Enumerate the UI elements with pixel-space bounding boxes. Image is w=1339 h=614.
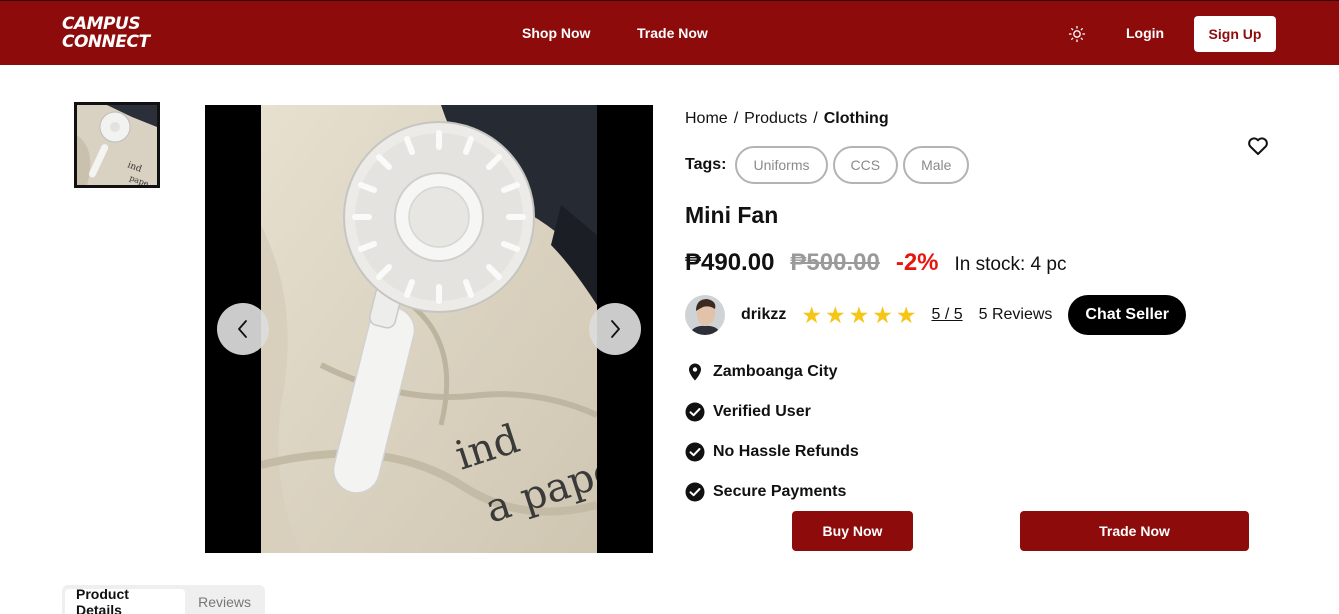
location-text: Zamboanga City: [713, 363, 838, 380]
breadcrumb-separator: /: [813, 110, 818, 127]
seller-avatar[interactable]: [685, 295, 725, 335]
product-thumbnail[interactable]: ind pape: [74, 102, 160, 188]
star-icon: ★: [872, 301, 893, 328]
check-circle-icon: [685, 442, 705, 462]
product-main-image: ind a pape: [205, 105, 653, 553]
trade-now-button[interactable]: Trade Now: [1020, 511, 1249, 551]
previous-image-button[interactable]: [217, 303, 269, 355]
product-title: Mini Fan: [685, 202, 779, 228]
feature-verified: Verified User: [685, 392, 859, 432]
location-pin-icon: [689, 363, 701, 381]
login-link[interactable]: Login: [1126, 25, 1164, 41]
top-navbar: CAMPUS CONNECT Shop Now Trade Now Login …: [0, 0, 1339, 65]
tag-male[interactable]: Male: [903, 146, 970, 184]
feature-payments: Secure Payments: [685, 472, 859, 512]
wishlist-button[interactable]: [1246, 134, 1270, 158]
theme-toggle-button[interactable]: [1068, 25, 1086, 43]
breadcrumb-home[interactable]: Home: [685, 110, 728, 128]
tab-reviews[interactable]: Reviews: [187, 589, 262, 614]
feature-refunds: No Hassle Refunds: [685, 432, 859, 472]
price-row: ₱490.00 ₱500.00 -2% In stock: 4 pc: [685, 249, 1066, 277]
heart-icon: [1248, 137, 1268, 155]
seller-name[interactable]: drikzz: [741, 306, 786, 324]
feature-location: Zamboanga City: [685, 352, 859, 392]
thumbnail-image: ind pape: [77, 105, 157, 185]
next-image-button[interactable]: [589, 303, 641, 355]
payments-text: Secure Payments: [713, 483, 847, 500]
sun-icon: [1068, 25, 1086, 43]
tags-label: Tags:: [685, 156, 727, 173]
rating-stars: ★ ★ ★ ★ ★: [801, 301, 917, 328]
star-icon: ★: [801, 301, 822, 328]
nav-shop-now[interactable]: Shop Now: [522, 25, 590, 41]
rating-score[interactable]: 5 / 5: [931, 306, 962, 324]
breadcrumb-separator: /: [733, 110, 739, 127]
verified-text: Verified User: [713, 403, 811, 420]
buy-now-button[interactable]: Buy Now: [792, 511, 913, 551]
chevron-right-icon: [611, 320, 620, 338]
seller-row: drikzz ★ ★ ★ ★ ★ 5 / 5 5 Reviews Chat Se…: [685, 295, 1187, 335]
current-price: ₱490.00: [685, 249, 775, 276]
star-icon: ★: [895, 301, 917, 328]
chat-seller-button[interactable]: Chat Seller: [1068, 295, 1187, 335]
stock-status: In stock: 4 pc: [954, 254, 1067, 275]
breadcrumb-products[interactable]: Products: [744, 110, 807, 128]
check-circle-icon: [685, 402, 705, 422]
breadcrumb: Home / Products / Clothing: [685, 110, 889, 128]
discount-badge: -2%: [895, 249, 939, 276]
tab-product-details[interactable]: Product Details: [65, 586, 186, 614]
tag-ccs[interactable]: CCS: [832, 146, 899, 184]
original-price: ₱500.00: [790, 249, 880, 276]
sign-up-button[interactable]: Sign Up: [1194, 16, 1276, 52]
tags-row: Tags: Uniforms CCS Male: [685, 146, 970, 184]
avatar-image: [685, 295, 725, 335]
product-tabs: Product Details Reviews: [62, 585, 265, 614]
star-icon: ★: [824, 301, 846, 328]
breadcrumb-current: Clothing: [823, 110, 889, 127]
campus-connect-logo[interactable]: CAMPUS CONNECT: [62, 15, 182, 51]
product-features: Zamboanga City Verified User No Hassle R…: [685, 352, 859, 512]
nav-trade-now[interactable]: Trade Now: [637, 25, 708, 41]
logo-line-2: CONNECT: [62, 32, 150, 52]
check-circle-icon: [685, 482, 705, 502]
refunds-text: No Hassle Refunds: [713, 443, 859, 460]
reviews-count: 5 Reviews: [978, 306, 1053, 323]
tag-uniforms[interactable]: Uniforms: [735, 146, 828, 184]
mini-fan-photo: ind a pape: [261, 105, 597, 553]
logo-line-1: CAMPUS: [62, 14, 141, 34]
chevron-left-icon: [238, 320, 247, 338]
star-icon: ★: [848, 301, 870, 328]
